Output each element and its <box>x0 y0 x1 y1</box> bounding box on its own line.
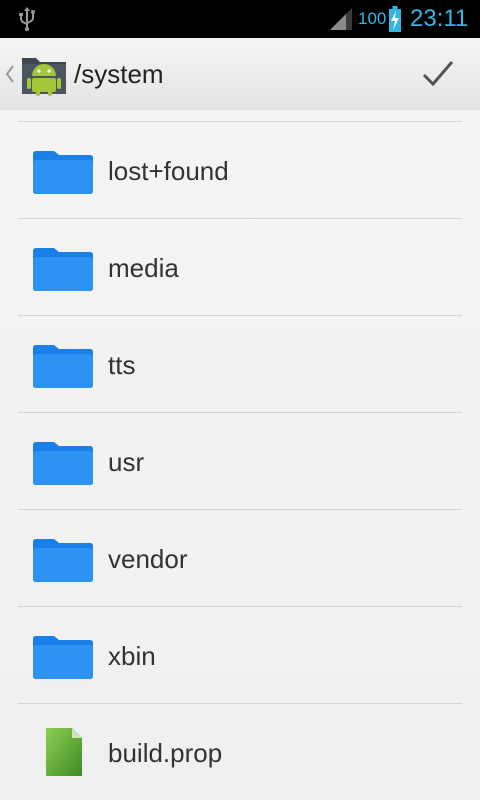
battery-charging-icon <box>389 6 401 32</box>
list-item[interactable]: vendor <box>0 510 480 607</box>
list-item[interactable]: media <box>0 219 480 316</box>
list-item-label: media <box>108 253 179 283</box>
list-item-label: vendor <box>108 544 188 574</box>
folder-icon <box>33 636 93 679</box>
file-list: lost+found media tts usr vendor xbin bui… <box>0 110 480 800</box>
folder-icon <box>33 539 93 582</box>
battery-level: 100 <box>358 9 387 28</box>
clock: 23:11 <box>410 5 469 32</box>
up-caret-icon[interactable] <box>5 65 15 83</box>
list-item[interactable]: usr <box>0 413 480 510</box>
signal-icon <box>330 8 352 30</box>
list-item-label: build.prop <box>108 738 223 768</box>
file-icon <box>46 728 82 776</box>
folder-icon <box>33 151 93 194</box>
folder-icon <box>33 248 93 291</box>
list-item-label: usr <box>108 447 145 477</box>
list-item[interactable]: xbin <box>0 607 480 704</box>
list-item-label: lost+found <box>108 156 229 186</box>
list-item[interactable]: build.prop <box>0 704 480 800</box>
list-item-label: xbin <box>108 641 156 671</box>
action-bar: /system <box>0 38 480 111</box>
folder-icon <box>33 345 93 388</box>
list-item[interactable]: lost+found <box>0 122 480 219</box>
list-item-label: tts <box>108 350 136 380</box>
checkmark-icon[interactable] <box>414 52 462 96</box>
list-item[interactable]: tts <box>0 316 480 413</box>
current-path-title: /system <box>74 59 164 89</box>
status-bar: 100 23:11 <box>0 0 480 38</box>
usb-icon <box>19 7 35 31</box>
android-folder-icon[interactable] <box>20 52 68 96</box>
folder-icon <box>33 442 93 485</box>
